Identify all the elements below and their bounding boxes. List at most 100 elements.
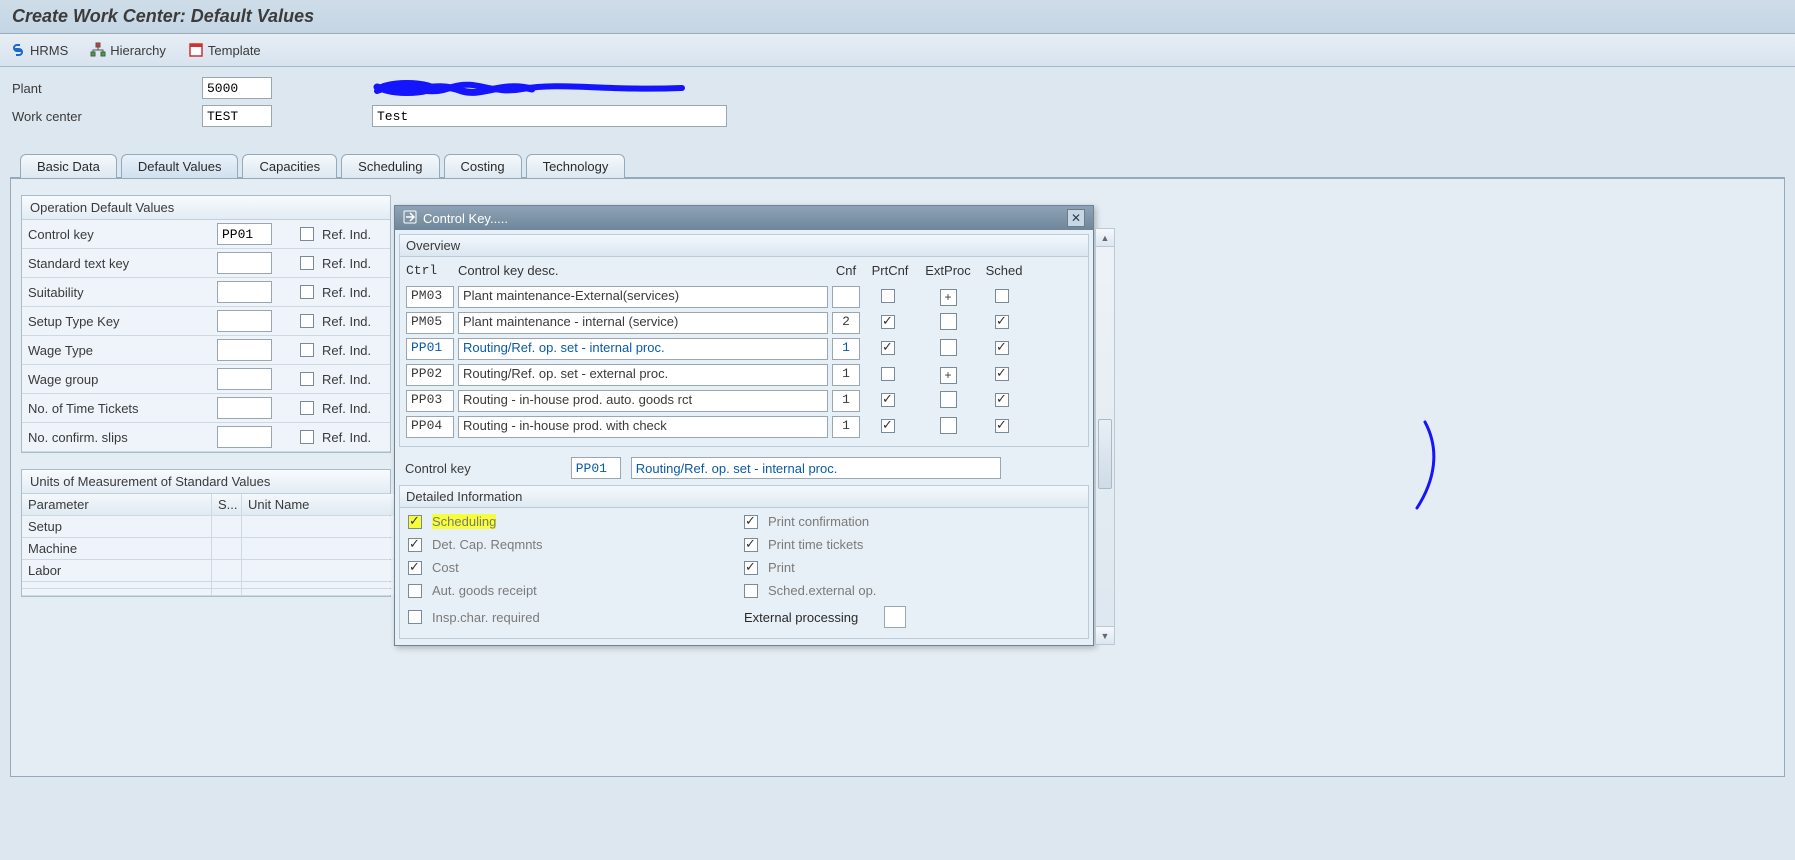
units-row-machine[interactable]: Machine [22, 538, 390, 560]
control-key-row-pm05[interactable]: PM05Plant maintenance - internal (servic… [404, 310, 1084, 336]
prtcnf-checkbox[interactable] [881, 393, 895, 407]
overview-title: Overview [399, 234, 1089, 257]
suitability-input[interactable] [217, 281, 272, 303]
control-key-input[interactable] [217, 223, 272, 245]
col-ctrl: Ctrl [406, 263, 454, 278]
tab-scheduling[interactable]: Scheduling [341, 154, 439, 178]
hrms-button[interactable]: HRMS [10, 42, 68, 58]
ctrl-cnf-cell[interactable]: 1 [832, 416, 860, 438]
extproc-box[interactable] [940, 417, 957, 434]
units-row[interactable] [22, 589, 390, 596]
confirm-slips-input[interactable] [217, 426, 272, 448]
wage-type-input[interactable] [217, 339, 272, 361]
ext-proc-input[interactable] [884, 606, 906, 628]
tab-basic-data[interactable]: Basic Data [20, 154, 117, 178]
control-key-row: Control keyRef. Ind. [22, 220, 390, 249]
extproc-box[interactable] [940, 313, 957, 330]
sched-checkbox[interactable] [995, 315, 1009, 329]
sched-checkbox[interactable] [995, 289, 1009, 303]
units-s-cell[interactable] [212, 582, 242, 588]
prtcnf-checkbox[interactable] [881, 341, 895, 355]
wage-group-ref-checkbox[interactable] [300, 372, 314, 386]
units-col-parameter[interactable]: Parameter [22, 494, 212, 515]
extproc-box[interactable]: + [940, 367, 957, 384]
print-tt-checkbox[interactable] [744, 538, 758, 552]
template-button[interactable]: Template [188, 42, 261, 58]
prtcnf-checkbox[interactable] [881, 315, 895, 329]
control-key-ref-checkbox[interactable] [300, 227, 314, 241]
setup-type-key-input[interactable] [217, 310, 272, 332]
ctrl-cnf-cell[interactable] [832, 286, 860, 308]
prtcnf-checkbox[interactable] [881, 367, 895, 381]
popup-scrollbar[interactable]: ▲ ▼ [1095, 228, 1115, 645]
sched-checkbox[interactable] [995, 419, 1009, 433]
extproc-box[interactable] [940, 391, 957, 408]
ctrl-cnf-cell[interactable]: 1 [832, 364, 860, 386]
scroll-up-icon[interactable]: ▲ [1096, 229, 1114, 247]
standard-text-key-input[interactable] [217, 252, 272, 274]
sched-checkbox[interactable] [995, 341, 1009, 355]
tab-technology[interactable]: Technology [526, 154, 626, 178]
ctrl-cnf-cell[interactable]: 1 [832, 390, 860, 412]
print-confirmation-label: Print confirmation [768, 514, 869, 529]
popup-close-button[interactable]: ✕ [1067, 209, 1085, 227]
detailed-information-title: Detailed Information [399, 485, 1089, 508]
workcenter-input[interactable] [202, 105, 272, 127]
setup-type-key-ref-checkbox[interactable] [300, 314, 314, 328]
prtcnf-checkbox[interactable] [881, 289, 895, 303]
workcenter-desc-input[interactable] [372, 105, 727, 127]
control-key-row-pp03[interactable]: PP03Routing - in-house prod. auto. goods… [404, 388, 1084, 414]
units-unitname-cell [242, 538, 402, 559]
units-col-unitname[interactable]: Unit Name [242, 494, 402, 515]
sched-ext-checkbox[interactable] [744, 584, 758, 598]
control-key-code-input[interactable] [571, 457, 621, 479]
control-key-row-pm03[interactable]: PM03Plant maintenance-External(services)… [404, 284, 1084, 310]
units-s-cell[interactable] [212, 538, 242, 559]
scheduling-checkbox[interactable] [408, 515, 422, 529]
wage-type-ref-checkbox[interactable] [300, 343, 314, 357]
units-row-labor[interactable]: Labor [22, 560, 390, 582]
popup-titlebar[interactable]: Control Key..... ✕ [395, 206, 1093, 230]
scroll-thumb[interactable] [1098, 419, 1112, 489]
cost-label: Cost [432, 560, 459, 575]
tab-capacities[interactable]: Capacities [242, 154, 337, 178]
insp-checkbox[interactable] [408, 610, 422, 624]
time-tickets-ref-checkbox[interactable] [300, 401, 314, 415]
extproc-box[interactable] [940, 339, 957, 356]
ext-proc-label: External processing [744, 610, 858, 625]
extproc-box[interactable]: + [940, 289, 957, 306]
units-s-cell[interactable] [212, 516, 242, 537]
ctrl-code-cell: PP04 [406, 416, 454, 438]
units-col-s[interactable]: S... [212, 494, 242, 515]
time-tickets-input[interactable] [217, 397, 272, 419]
control-key-desc-input[interactable] [631, 457, 1001, 479]
tab-default-values[interactable]: Default Values [121, 154, 239, 178]
suitability-ref-checkbox[interactable] [300, 285, 314, 299]
hierarchy-button[interactable]: Hierarchy [90, 42, 166, 58]
sched-checkbox[interactable] [995, 393, 1009, 407]
units-row-setup[interactable]: Setup [22, 516, 390, 538]
confirm-slips-label: No. confirm. slips [28, 430, 213, 445]
print-checkbox[interactable] [744, 561, 758, 575]
det-cap-checkbox[interactable] [408, 538, 422, 552]
ctrl-cnf-cell[interactable]: 1 [832, 338, 860, 360]
control-key-row-pp02[interactable]: PP02Routing/Ref. op. set - external proc… [404, 362, 1084, 388]
standard-text-key-ref-checkbox[interactable] [300, 256, 314, 270]
sched-checkbox[interactable] [995, 367, 1009, 381]
auto-gr-checkbox[interactable] [408, 584, 422, 598]
units-s-cell[interactable] [212, 560, 242, 581]
units-row[interactable] [22, 582, 390, 589]
prtcnf-checkbox[interactable] [881, 419, 895, 433]
units-s-cell[interactable] [212, 589, 242, 595]
control-key-row-pp01[interactable]: PP01Routing/Ref. op. set - internal proc… [404, 336, 1084, 362]
print-confirmation-checkbox[interactable] [744, 515, 758, 529]
plant-input[interactable] [202, 77, 272, 99]
tab-costing[interactable]: Costing [444, 154, 522, 178]
cost-checkbox[interactable] [408, 561, 422, 575]
confirm-slips-ref-checkbox[interactable] [300, 430, 314, 444]
ctrl-desc-cell: Plant maintenance-External(services) [458, 286, 828, 308]
ctrl-cnf-cell[interactable]: 2 [832, 312, 860, 334]
wage-group-input[interactable] [217, 368, 272, 390]
scroll-down-icon[interactable]: ▼ [1096, 626, 1114, 644]
control-key-row-pp04[interactable]: PP04Routing - in-house prod. with check1 [404, 414, 1084, 440]
